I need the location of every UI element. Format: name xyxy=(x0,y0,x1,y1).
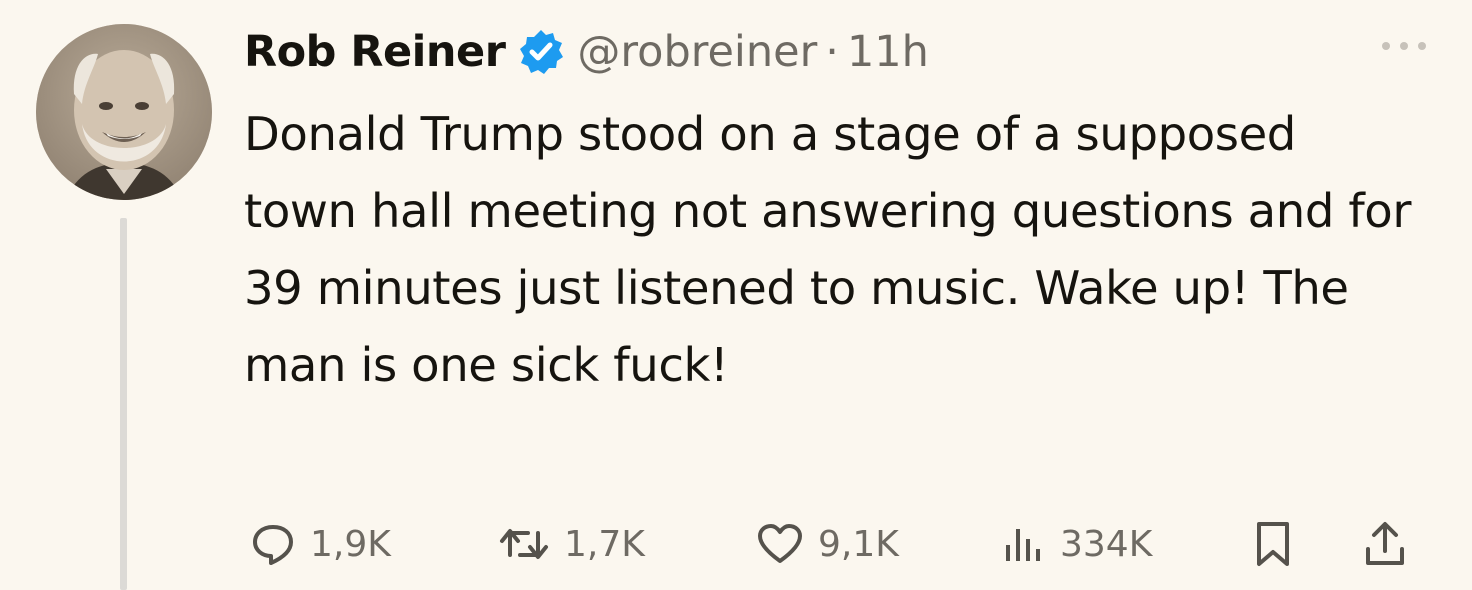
tweet-time[interactable]: 11h xyxy=(847,27,929,77)
reply-icon xyxy=(250,521,296,567)
views-icon xyxy=(1000,521,1046,567)
tweet-text: Donald Trump stood on a stage of a suppo… xyxy=(244,107,1412,392)
repost-button[interactable]: 1,7K xyxy=(498,514,645,574)
tweet-actions: 1,9K 1,7K 9,1K 334K xyxy=(244,514,1444,574)
tweet[interactable]: Rob Reiner @robreiner · 11h Donald Trump… xyxy=(0,0,1472,590)
more-icon[interactable] xyxy=(1376,34,1432,58)
separator-dot: · xyxy=(825,27,839,77)
avatar[interactable] xyxy=(36,24,212,200)
tweet-header: Rob Reiner @robreiner · 11h xyxy=(244,22,929,82)
bookmark-icon xyxy=(1250,519,1296,569)
repost-count: 1,7K xyxy=(564,523,645,565)
bookmark-button[interactable] xyxy=(1250,514,1296,574)
author-name[interactable]: Rob Reiner xyxy=(244,27,506,77)
views-button[interactable]: 334K xyxy=(1000,514,1152,574)
verified-badge-icon xyxy=(517,28,565,76)
share-button[interactable] xyxy=(1362,514,1408,574)
like-count: 9,1K xyxy=(818,523,899,565)
reply-button[interactable]: 1,9K xyxy=(250,514,391,574)
like-button[interactable]: 9,1K xyxy=(756,514,899,574)
heart-icon xyxy=(756,521,804,567)
reply-count: 1,9K xyxy=(310,523,391,565)
thread-line xyxy=(120,218,127,590)
author-handle[interactable]: @robreiner xyxy=(577,27,817,77)
views-count: 334K xyxy=(1060,523,1153,565)
share-icon xyxy=(1362,519,1408,569)
repost-icon xyxy=(498,521,550,567)
